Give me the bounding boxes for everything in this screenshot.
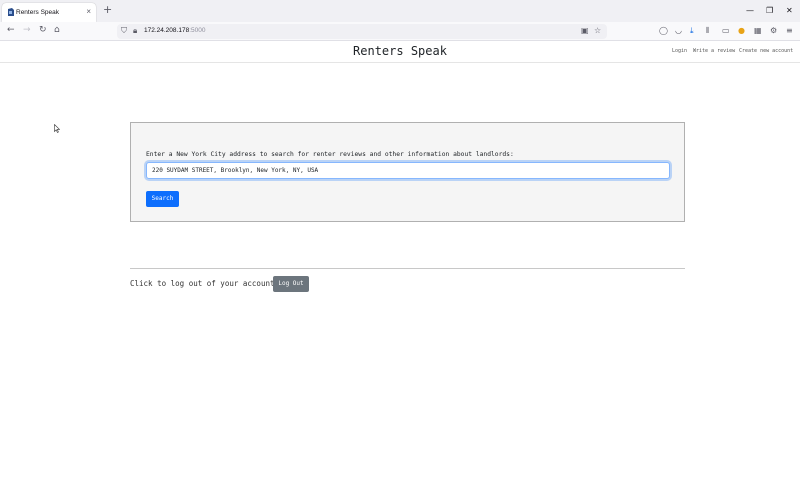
sidebar-icon[interactable]: ▭ bbox=[722, 26, 730, 36]
extension-icon[interactable]: ● bbox=[738, 26, 745, 36]
back-icon[interactable]: ← bbox=[7, 25, 15, 35]
tab-title: Renters Speak bbox=[16, 9, 59, 16]
pocket-icon[interactable]: ◡ bbox=[675, 26, 682, 36]
write-review-link[interactable]: Write a review bbox=[693, 48, 735, 54]
site-header: Renters Speak Login Write a review Creat… bbox=[0, 41, 800, 63]
bookmark-star-icon[interactable]: ☆ bbox=[594, 26, 601, 35]
search-label: Enter a New York City address to search … bbox=[146, 151, 514, 158]
browser-tab[interactable]: Renters Speak × bbox=[2, 3, 96, 22]
url-bar[interactable]: ⛉ 🔒︎ 172.24.208.178:5000 ▣ ☆ bbox=[117, 24, 607, 39]
forward-icon[interactable]: → bbox=[23, 25, 31, 35]
url-host: 172.24.208.178 bbox=[144, 27, 190, 34]
browser-tab-strip: Renters Speak × + — ❐ ✕ bbox=[0, 0, 800, 22]
downloads-icon[interactable]: ⤓ bbox=[690, 26, 694, 36]
settings-icon[interactable]: ⚙ bbox=[770, 26, 777, 36]
logout-label: Click to log out of your account: bbox=[130, 279, 280, 288]
menu-icon[interactable]: ≡ bbox=[786, 26, 793, 36]
address-search-input[interactable] bbox=[146, 162, 670, 179]
login-link[interactable]: Login bbox=[672, 48, 687, 54]
screenshot-icon[interactable]: ▦ bbox=[754, 26, 762, 36]
minimize-icon[interactable]: — bbox=[746, 6, 754, 15]
library-icon[interactable]: ⫴ bbox=[706, 26, 709, 36]
search-button[interactable]: Search bbox=[146, 191, 179, 207]
site-favicon-icon bbox=[8, 8, 14, 16]
create-account-link[interactable]: Create new account bbox=[739, 48, 793, 54]
lock-icon[interactable]: 🔒︎ bbox=[133, 26, 137, 36]
tab-close-icon[interactable]: × bbox=[86, 7, 91, 16]
browser-nav-bar: ← → ↻ ⌂ ⛉ 🔒︎ 172.24.208.178:5000 ▣ ☆ ◯ ◡… bbox=[0, 22, 800, 41]
mouse-cursor-icon bbox=[54, 124, 60, 133]
url-port: :5000 bbox=[189, 27, 206, 34]
reader-view-icon[interactable]: ▣ bbox=[581, 26, 589, 35]
account-icon[interactable]: ◯ bbox=[659, 26, 668, 36]
home-icon[interactable]: ⌂ bbox=[54, 25, 60, 35]
url-text[interactable]: 172.24.208.178:5000 bbox=[144, 27, 205, 34]
section-divider bbox=[130, 268, 685, 269]
window-close-icon[interactable]: ✕ bbox=[786, 6, 793, 15]
logout-button[interactable]: Log Out bbox=[273, 276, 309, 292]
maximize-icon[interactable]: ❐ bbox=[766, 6, 773, 15]
shield-icon[interactable]: ⛉ bbox=[121, 26, 127, 36]
reload-icon[interactable]: ↻ bbox=[39, 25, 47, 35]
new-tab-icon[interactable]: + bbox=[103, 3, 112, 16]
address-search-card: Enter a New York City address to search … bbox=[130, 122, 685, 222]
